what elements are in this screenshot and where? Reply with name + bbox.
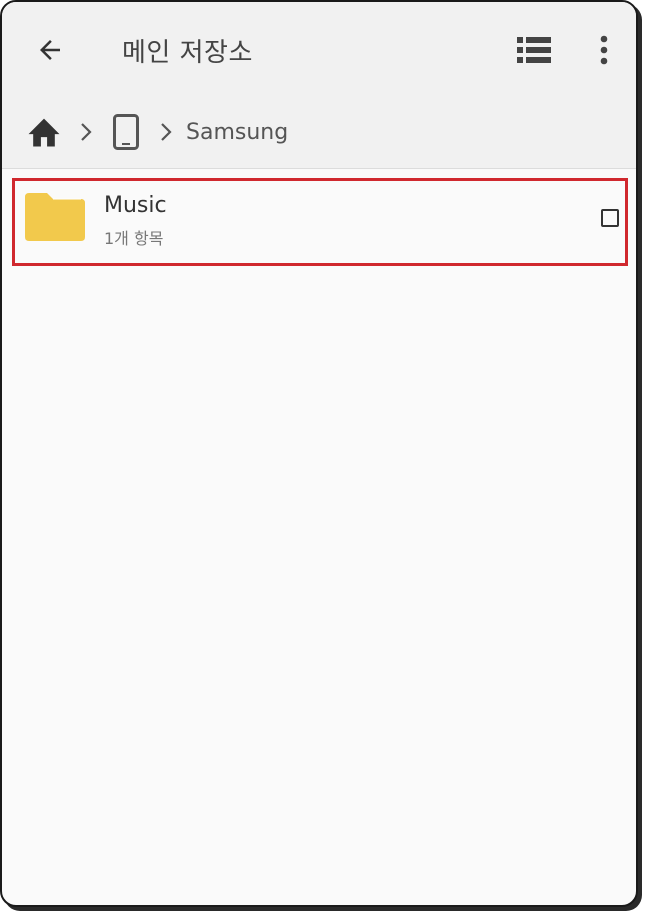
select-checkbox[interactable]: [601, 209, 619, 227]
breadcrumb-device[interactable]: [108, 112, 144, 152]
page-title: 메인 저장소: [122, 38, 253, 68]
file-item-count: 1개 항목: [104, 229, 164, 248]
phone-device-icon: [113, 114, 139, 150]
breadcrumb-current[interactable]: Samsung: [186, 120, 288, 145]
home-icon: [28, 118, 60, 147]
file-name: Music: [104, 193, 167, 218]
chevron-right-icon: [81, 123, 92, 141]
list-view-icon: [517, 37, 551, 63]
more-options-button[interactable]: [590, 30, 618, 70]
back-arrow-icon: [40, 40, 60, 60]
folder-icon: [25, 193, 85, 241]
chevron-right-icon: [161, 123, 172, 141]
app-window: 메인 저장소 Samsung Music 1개 항목: [0, 0, 638, 907]
view-toggle-button[interactable]: [514, 32, 554, 68]
more-vert-icon: [600, 35, 608, 65]
breadcrumb-home[interactable]: [24, 112, 64, 150]
app-bar: 메인 저장소: [2, 2, 636, 94]
list-item-music-folder[interactable]: Music 1개 항목: [12, 178, 628, 266]
breadcrumb: Samsung: [2, 94, 636, 169]
back-button[interactable]: [30, 30, 70, 70]
